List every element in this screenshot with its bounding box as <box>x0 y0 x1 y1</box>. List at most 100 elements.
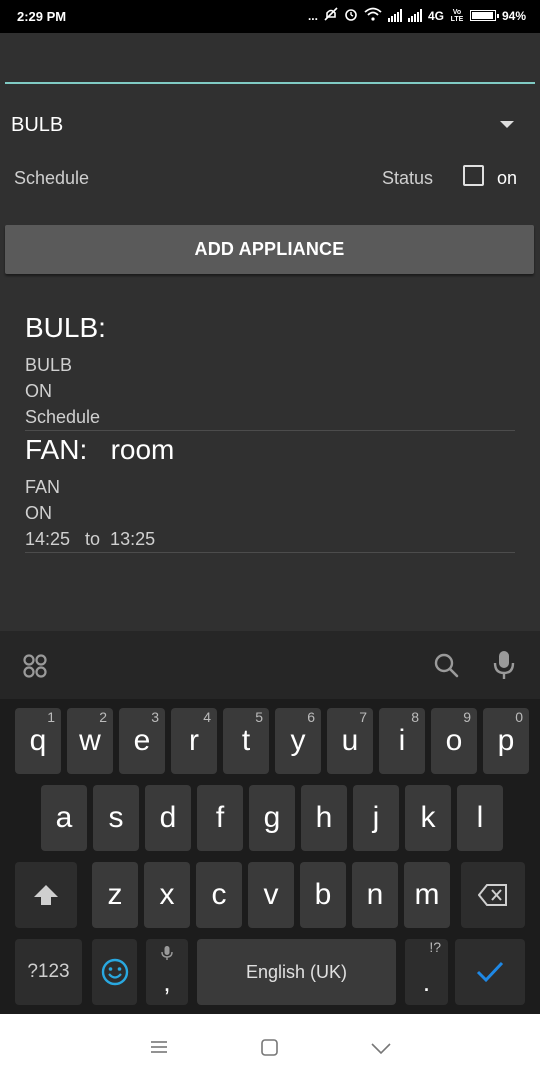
status-bar: 2:29 PM ... 4G Vo LTE 94% <box>0 0 540 33</box>
key-t[interactable]: 5t <box>223 708 269 774</box>
input-underline <box>5 82 535 84</box>
key-u[interactable]: 7u <box>327 708 373 774</box>
status-label: Status <box>382 168 434 188</box>
key-label: w <box>79 724 101 757</box>
key-c[interactable]: c <box>196 862 242 928</box>
appliance-title: BULB: <box>25 312 106 343</box>
key-hint: 3 <box>151 709 159 725</box>
key-p[interactable]: 0p <box>483 708 529 774</box>
list-item[interactable]: BULB: BULB ON Schedule <box>25 312 515 431</box>
dropdown-arrow-icon[interactable] <box>500 121 514 128</box>
symbols-key[interactable]: ?123 <box>15 939 82 1005</box>
key-f[interactable]: f <box>197 785 243 851</box>
space-key[interactable]: English (UK) <box>197 939 396 1005</box>
navigation-bar <box>0 1014 540 1080</box>
mute-icon <box>324 7 338 24</box>
key-hint: 6 <box>307 709 315 725</box>
key-label: t <box>241 724 251 757</box>
key-g[interactable]: g <box>249 785 295 851</box>
key-hint: 8 <box>411 709 419 725</box>
key-hint: 2 <box>99 709 107 725</box>
key-b[interactable]: b <box>300 862 346 928</box>
key-s[interactable]: s <box>93 785 139 851</box>
key-r[interactable]: 4r <box>171 708 217 774</box>
enter-key[interactable] <box>455 939 525 1005</box>
comma-key[interactable]: , <box>146 939 188 1005</box>
key-hint: 0 <box>515 709 523 725</box>
status-time: 2:29 PM <box>17 9 67 24</box>
comma-label: , <box>163 967 171 997</box>
key-n[interactable]: n <box>352 862 398 928</box>
add-appliance-button[interactable]: ADD APPLIANCE <box>5 225 534 274</box>
volte-icon: Vo LTE <box>450 8 464 23</box>
key-label: u <box>341 724 359 757</box>
appliance-type: BULB <box>25 355 73 375</box>
key-a[interactable]: a <box>41 785 87 851</box>
emoji-key[interactable] <box>92 939 137 1005</box>
period-hint: !? <box>429 939 441 955</box>
key-hint: 4 <box>203 709 211 725</box>
appliance-status: ON <box>25 503 52 523</box>
signal-2-icon <box>407 9 422 22</box>
key-label: q <box>29 724 47 757</box>
appliance-status: ON <box>25 381 52 401</box>
status-checkbox[interactable] <box>463 165 484 186</box>
key-l[interactable]: l <box>457 785 503 851</box>
key-o[interactable]: 9o <box>431 708 477 774</box>
key-label: r <box>189 724 199 757</box>
wifi-icon <box>364 7 382 24</box>
key-v[interactable]: v <box>248 862 294 928</box>
keyboard-menu-icon[interactable] <box>22 653 48 684</box>
key-i[interactable]: 8i <box>379 708 425 774</box>
appliance-schedule: Schedule <box>25 407 101 427</box>
key-y[interactable]: 6y <box>275 708 321 774</box>
key-q[interactable]: 1q <box>15 708 61 774</box>
key-x[interactable]: x <box>144 862 190 928</box>
more-notifications-icon: ... <box>307 8 318 23</box>
key-k[interactable]: k <box>405 785 451 851</box>
backspace-key[interactable] <box>461 862 525 928</box>
schedule-button[interactable]: Schedule <box>14 168 89 189</box>
appliance-spinner[interactable] <box>5 100 535 150</box>
key-label: y <box>290 724 306 757</box>
search-icon[interactable] <box>434 653 460 684</box>
key-label: o <box>445 724 463 757</box>
key-h[interactable]: h <box>301 785 347 851</box>
key-label: e <box>133 724 151 757</box>
period-key[interactable]: !? . <box>405 939 448 1005</box>
appliance-schedule: 14:25 to 13:25 <box>25 529 156 549</box>
mic-icon[interactable] <box>493 649 515 686</box>
key-hint: 9 <box>463 709 471 725</box>
home-icon[interactable] <box>261 1039 278 1061</box>
appliance-name-input[interactable] <box>5 40 539 82</box>
list-item[interactable]: FAN: room FAN ON 14:25 to 13:25 <box>25 434 515 553</box>
key-label: p <box>497 724 515 757</box>
shift-key[interactable] <box>15 862 77 928</box>
alarm-icon <box>344 7 358 24</box>
key-j[interactable]: j <box>353 785 399 851</box>
back-icon[interactable] <box>371 1042 391 1060</box>
battery-percent: 94% <box>501 8 526 23</box>
key-m[interactable]: m <box>404 862 450 928</box>
key-hint: 7 <box>359 709 367 725</box>
key-z[interactable]: z <box>92 862 138 928</box>
menu-icon[interactable] <box>150 1040 168 1059</box>
key-hint: 1 <box>47 709 55 725</box>
period-label: . <box>422 967 431 997</box>
key-d[interactable]: d <box>145 785 191 851</box>
status-icons: ... 4G Vo LTE 94% <box>308 7 526 24</box>
on-label[interactable]: on <box>497 168 517 189</box>
keyboard-toolbar <box>0 631 540 699</box>
signal-1-icon <box>387 9 402 22</box>
battery-icon <box>469 10 499 21</box>
key-e[interactable]: 3e <box>119 708 165 774</box>
appliance-title: FAN: room <box>25 434 175 465</box>
key-w[interactable]: 2w <box>67 708 113 774</box>
spinner-selected-value: BULB <box>11 114 64 136</box>
key-hint: 5 <box>255 709 263 725</box>
appliance-type: FAN <box>25 477 61 497</box>
voice-hint-icon <box>161 946 173 960</box>
key-label: i <box>398 724 406 757</box>
keyboard: 1q2w3e4r5t6y7u8i9o0p asdfghjkl zxcvbnm ?… <box>0 699 540 1014</box>
network-type: 4G <box>427 8 444 23</box>
